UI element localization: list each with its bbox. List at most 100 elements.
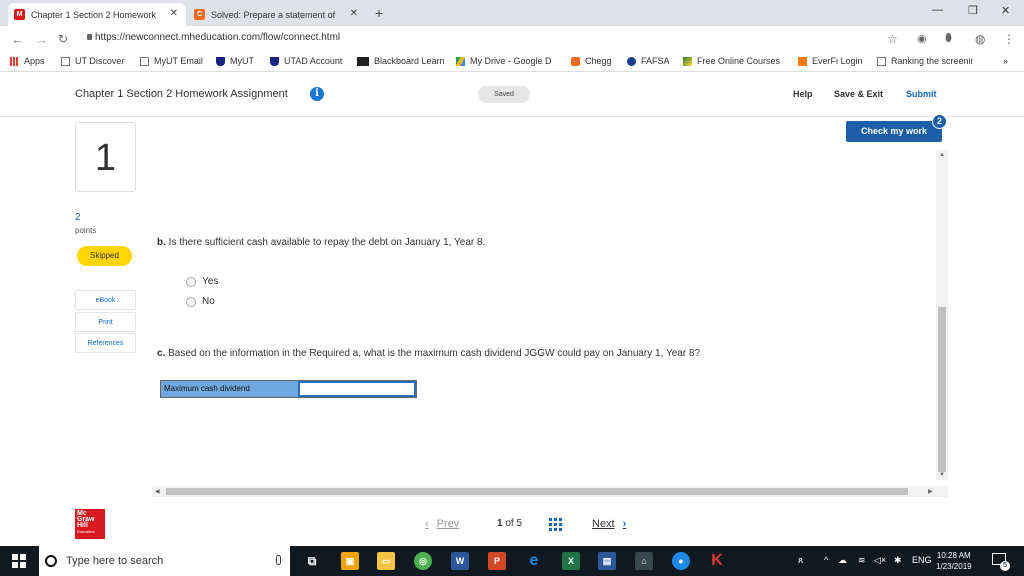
question-number: 1 [75,122,136,192]
chevron-right-icon: › [622,518,627,530]
chegg-favicon-icon: C [194,9,205,20]
option-no[interactable]: No [186,296,215,307]
volume-icon[interactable]: ◁× [874,555,886,566]
restore-icon[interactable]: ❐ [968,4,978,17]
help-link[interactable]: Help [793,89,813,99]
bookmark-star-icon[interactable]: ☆ [887,32,898,46]
chrome-icon[interactable]: ◎ [414,552,432,570]
info-icon[interactable]: i [310,87,324,101]
windows-start-icon[interactable] [12,554,26,568]
tab-chegg-solved[interactable]: C Solved: Prepare a statement of ca ✕ [188,3,366,26]
minimize-icon[interactable]: — [932,4,943,16]
antivirus-icon[interactable]: K [708,552,726,570]
forward-icon[interactable]: → [35,32,48,47]
close-tab-icon[interactable]: ✕ [350,8,358,19]
extension-icon[interactable]: ◉ [917,32,927,45]
next-button[interactable]: Next › [592,518,626,530]
language-indicator[interactable]: ENG [912,555,932,565]
lock-icon [87,34,92,40]
scroll-left-icon[interactable]: ◀ [155,488,160,495]
tray-chevron-icon[interactable]: ^ [824,555,828,565]
task-view-icon[interactable]: ⧉ [303,552,321,570]
store-icon[interactable]: ▣ [341,552,359,570]
url-field[interactable]: https://newconnect.mheducation.com/flow/… [95,32,340,43]
taskbar-clock[interactable]: 10:28 AM 1/23/2019 [936,550,972,572]
assignment-header: Chapter 1 Section 2 Homework Assignment … [0,73,1024,117]
bookmark-label: Free Online Courses [697,56,781,66]
saved-status-badge: Saved [478,86,530,103]
notification-count: 5 [1000,561,1010,571]
back-icon[interactable]: ← [11,32,24,47]
submit-link[interactable]: Submit [906,89,937,99]
scroll-right-icon[interactable]: ▶ [928,488,933,495]
menu-icon[interactable]: ⋮ [1003,32,1015,46]
bookmark-label: UT Discover [75,56,125,66]
close-tab-icon[interactable]: ✕ [170,8,178,19]
page-icon [61,56,70,66]
option-yes[interactable]: Yes [186,276,218,287]
people-icon[interactable]: ጸ [798,555,803,566]
profile-icon[interactable]: ◍ [975,32,985,46]
bookmark-myut-email[interactable]: MyUT Email [140,56,203,66]
file-explorer-icon[interactable]: ▭ [377,552,395,570]
wifi-icon[interactable]: ≋ [858,555,866,566]
bookmark-utad-account[interactable]: UTAD Account [270,56,342,66]
taskbar-search-box[interactable]: Type here to search [39,546,290,576]
references-link[interactable]: References [75,333,136,353]
edge-icon[interactable]: e [525,552,543,570]
print-link[interactable]: Print [75,312,136,332]
bookmark-myut[interactable]: MyUT [216,56,254,66]
new-tab-icon[interactable]: + [375,5,383,21]
assignment-title: Chapter 1 Section 2 Homework Assignment [75,88,288,100]
vertical-scroll-thumb[interactable] [938,307,946,472]
bookmark-free-online-courses[interactable]: Free Online Courses [683,56,780,66]
page-icon [877,56,886,66]
microphone-icon[interactable] [276,555,281,565]
app-icon[interactable]: ▤ [598,552,616,570]
bookmark-everfi[interactable]: EverFi Login [798,56,863,66]
prev-label: Prev [436,518,460,530]
tab-chapter-homework[interactable]: M Chapter 1 Section 2 Homework A ✕ [8,3,186,26]
horizontal-scroll-thumb[interactable] [166,488,908,495]
ebook-link[interactable]: eBook [75,290,136,310]
scroll-up-icon[interactable]: ▲ [939,152,945,158]
radio-button[interactable] [186,296,196,307]
bookmark-ranking[interactable]: Ranking the screenin [877,56,973,66]
skipped-status-badge: Skipped [77,246,132,266]
bookmarks-bar: Apps UT Discover MyUT Email MyUT UTAD Ac… [0,52,1024,72]
scroll-down-icon[interactable]: ▼ [939,472,945,478]
answer-row: Maximum cash dividend [160,380,417,398]
page-indicator: 1 of 5 [497,518,522,529]
bookmark-label: EverFi Login [812,56,863,66]
messenger-icon[interactable]: ● [672,552,690,570]
apps-grid-icon [10,56,19,66]
bookmark-ut-discover[interactable]: UT Discover [61,56,124,66]
prev-button[interactable]: ‹ Prev [425,518,459,530]
bookmark-chegg[interactable]: Chegg [571,56,612,66]
bookmark-label: FAFSA [641,56,670,66]
bookmark-apps[interactable]: Apps [10,56,45,66]
blackboard-icon [357,56,369,66]
radio-button[interactable] [186,276,196,287]
maximum-cash-dividend-input[interactable] [298,381,416,397]
reload-icon[interactable]: ↻ [58,32,68,46]
extension-shield-icon[interactable]: ⬮ [945,32,952,45]
bookmark-blackboard[interactable]: Blackboard Learn [357,56,445,66]
bookmark-google-drive[interactable]: My Drive - Google D [456,56,552,66]
bookmark-fafsa[interactable]: FAFSA [627,56,670,66]
onedrive-icon[interactable]: ☁ [838,555,847,566]
powerpoint-icon[interactable]: P [488,552,506,570]
shield-icon [216,56,225,66]
question-grid-icon[interactable] [549,518,562,531]
overflow-chevron-icon: » [1003,56,1009,66]
option-label: No [202,296,215,307]
save-exit-link[interactable]: Save & Exit [834,89,883,99]
excel-icon[interactable]: X [562,552,580,570]
bookmarks-overflow[interactable]: » [1003,56,1008,66]
check-my-work-button[interactable]: Check my work [846,121,942,142]
word-icon[interactable]: W [451,552,469,570]
home-app-icon[interactable]: ⌂ [635,552,653,570]
bluetooth-icon[interactable]: ✱ [894,555,902,566]
close-window-icon[interactable]: ✕ [1001,4,1010,17]
shield-icon [270,56,279,66]
